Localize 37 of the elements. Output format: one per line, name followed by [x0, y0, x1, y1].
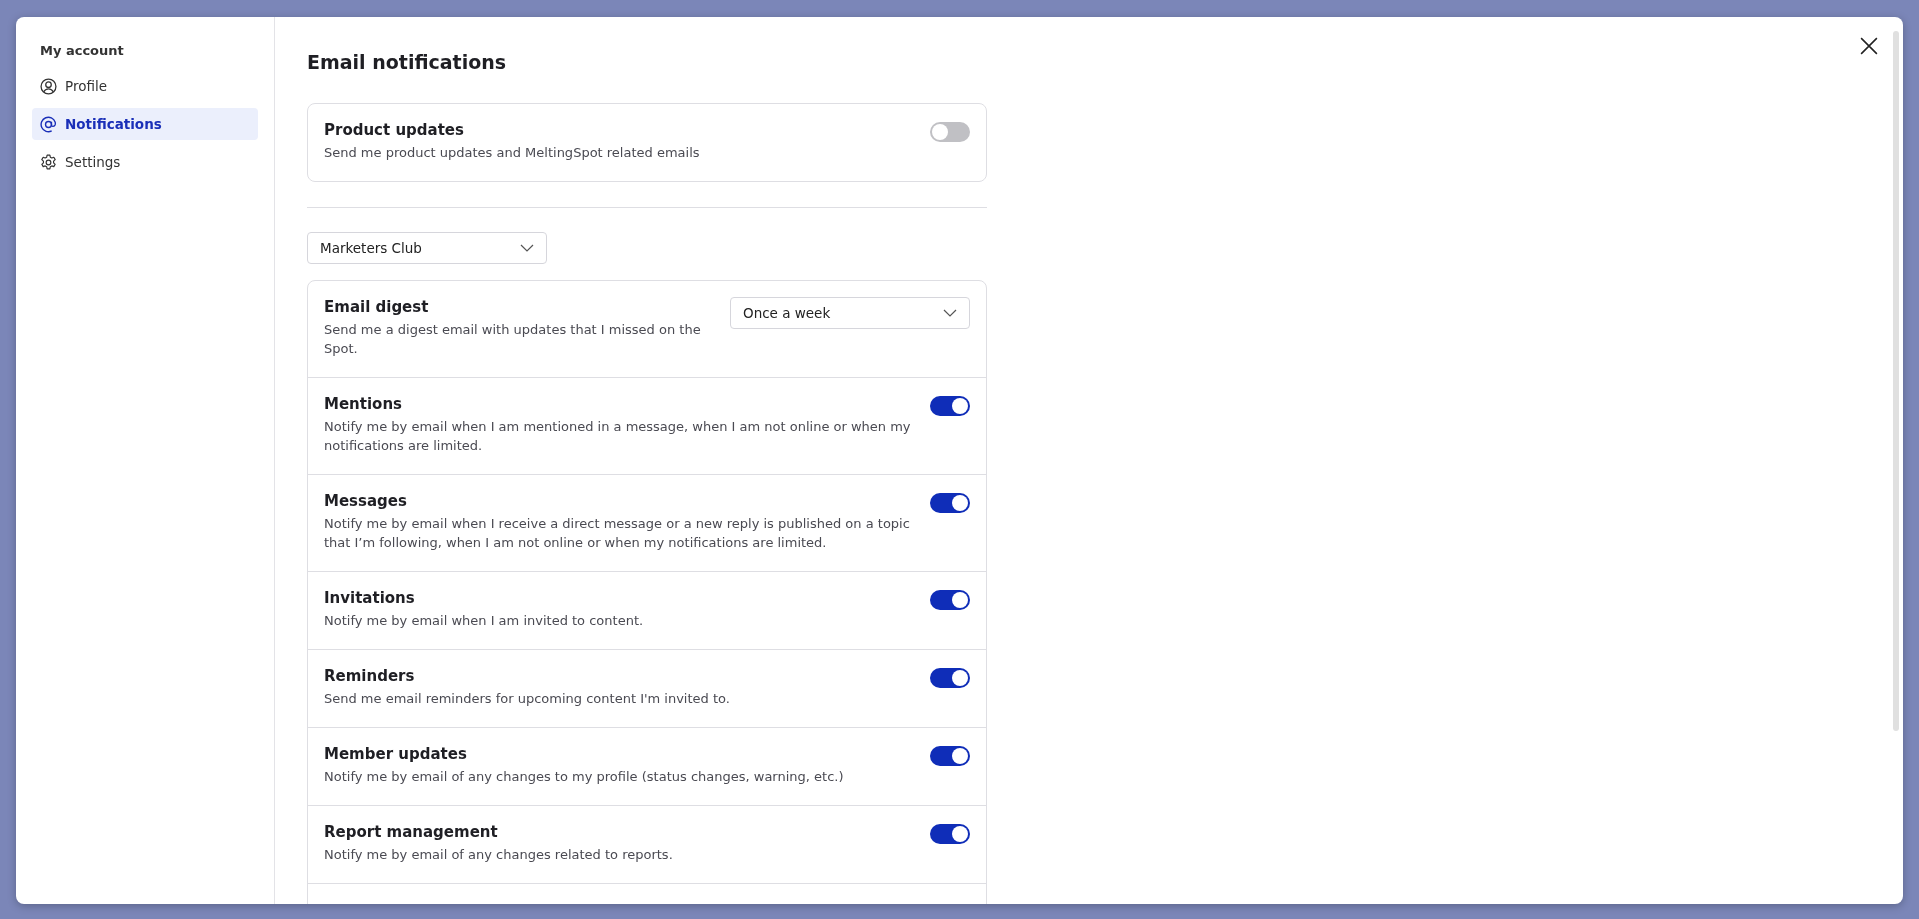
- user-icon: [40, 77, 57, 95]
- page-title: Email notifications: [307, 51, 508, 73]
- setting-description: Notify me by email of any changes related to reports.: [324, 846, 673, 864]
- setting-title: Email digest: [324, 298, 430, 316]
- sidebar-item[interactable]: Profile: [32, 70, 258, 102]
- setting-description: Notify me by email when I am mentioned in a message, when I am not online or when my notifications are limited.: [324, 418, 912, 455]
- toggle-switch[interactable]: [930, 590, 970, 610]
- setting-description: Notify me by email of any changes to my profile (status changes, warning, etc.): [324, 768, 844, 786]
- gear-icon: [40, 153, 57, 171]
- sidebar-heading: My account: [39, 43, 125, 60]
- scrollbar[interactable]: [1893, 31, 1899, 731]
- toggle-switch[interactable]: [930, 824, 970, 844]
- setting-title: Invitations: [324, 589, 416, 607]
- setting-title: Mentions: [324, 395, 403, 413]
- setting-title: Product updates: [324, 121, 465, 139]
- sidebar-item[interactable]: Notifications: [32, 108, 258, 140]
- toggle-switch[interactable]: [930, 122, 970, 142]
- setting-title: Messages: [324, 492, 408, 510]
- setting-description: Send me product updates and MeltingSpot related emails: [324, 144, 700, 162]
- setting-description: Notify me by email when I receive a direct message or a new reply is published on a topic that I’m following, when I am not online or when my notifications are limited.: [324, 515, 911, 552]
- toggle-switch[interactable]: [930, 493, 970, 513]
- setting-description: Notify me by email when I am invited to content.: [324, 612, 644, 630]
- chevron-down-icon: [943, 309, 957, 317]
- space-dropdown[interactable]: Marketers Club: [307, 232, 547, 264]
- setting-title: Reminders: [324, 667, 416, 685]
- setting-description: Send me a digest email with updates that I missed on the Spot.: [324, 321, 702, 358]
- toggle-switch[interactable]: [930, 668, 970, 688]
- toggle-switch[interactable]: [930, 746, 970, 766]
- setting-title: Member updates: [324, 745, 468, 763]
- frequency-dropdown[interactable]: Once a week: [730, 297, 970, 329]
- close-button[interactable]: [1859, 36, 1879, 56]
- chevron-down-icon: [520, 244, 534, 252]
- setting-title: Report management: [324, 823, 499, 841]
- toggle-switch[interactable]: [930, 396, 970, 416]
- at-sign-icon: [40, 115, 57, 133]
- sidebar-item[interactable]: Settings: [32, 146, 258, 178]
- setting-description: Send me email reminders for upcoming content I'm invited to.: [324, 690, 730, 708]
